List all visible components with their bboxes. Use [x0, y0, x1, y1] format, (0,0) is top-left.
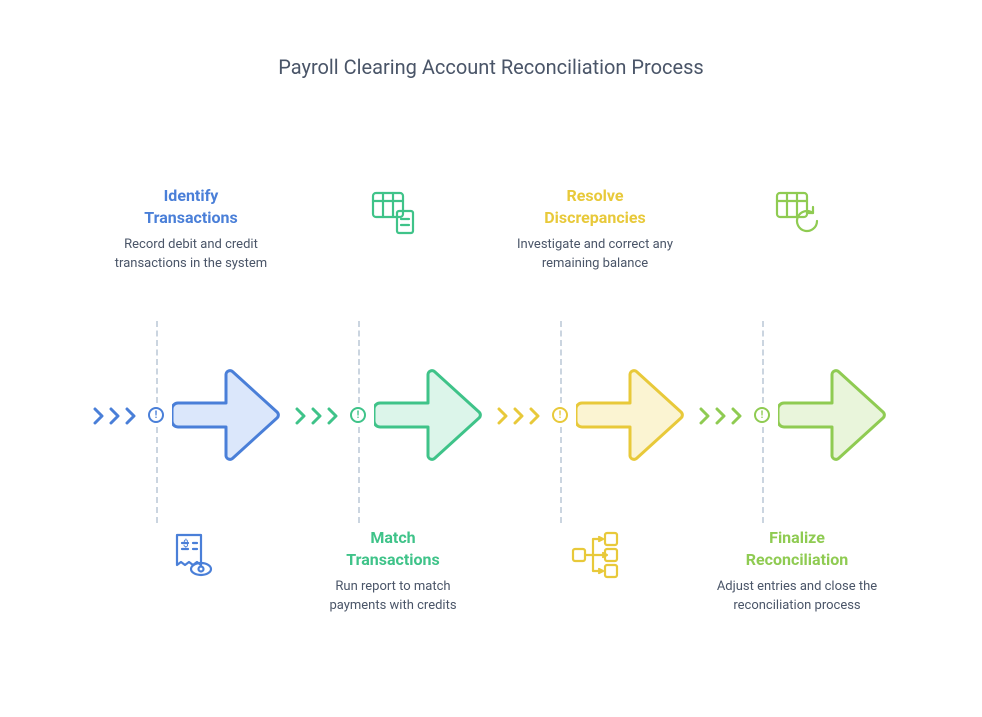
- step-chevrons: [698, 407, 744, 425]
- step-chevrons: [496, 407, 542, 425]
- step-icon: $: [90, 527, 292, 587]
- step-arrow: [172, 367, 282, 467]
- process-step: ResolveDiscrepancies Investigate and cor…: [494, 185, 696, 665]
- step-arrow: [576, 367, 686, 467]
- step-arrow: [374, 367, 484, 467]
- chevron-right-icon: [730, 407, 744, 425]
- table-refresh-icon: [769, 185, 825, 241]
- step-node: !: [552, 407, 568, 423]
- process-step: IdentifyTransactions Record debit and cr…: [90, 185, 292, 665]
- chevron-right-icon: [294, 407, 308, 425]
- big-arrow-icon: [172, 367, 282, 463]
- step-node: !: [148, 407, 164, 423]
- step-title: MatchTransactions: [292, 527, 494, 570]
- step-node: !: [754, 407, 770, 423]
- page-title: Payroll Clearing Account Reconciliation …: [0, 55, 982, 79]
- step-description: Investigate and correct any remaining ba…: [494, 236, 696, 274]
- process-step: ! FinalizeReconciliation Adjust entries …: [696, 185, 898, 665]
- step-icon: [292, 185, 494, 245]
- svg-text:$: $: [183, 537, 189, 550]
- table-file-icon: [365, 185, 421, 241]
- chevron-right-icon: [92, 407, 106, 425]
- step-chevrons: [294, 407, 340, 425]
- step-title: IdentifyTransactions: [90, 185, 292, 228]
- receipt-view-icon: $: [163, 527, 219, 583]
- process-flow: IdentifyTransactions Record debit and cr…: [90, 185, 900, 665]
- chevron-right-icon: [714, 407, 728, 425]
- step-description: Record debit and credit transactions in …: [90, 236, 292, 274]
- chevron-right-icon: [310, 407, 324, 425]
- step-description: Run report to match payments with credit…: [292, 578, 494, 616]
- chevron-right-icon: [326, 407, 340, 425]
- step-description: Adjust entries and close the reconciliat…: [696, 578, 898, 616]
- big-arrow-icon: [374, 367, 484, 463]
- chevron-right-icon: [512, 407, 526, 425]
- step-icon: [696, 185, 898, 245]
- step-icon: [494, 527, 696, 587]
- branch-icon: [567, 527, 623, 583]
- chevron-right-icon: [496, 407, 510, 425]
- big-arrow-icon: [778, 367, 888, 463]
- step-chevrons: [92, 407, 138, 425]
- big-arrow-icon: [576, 367, 686, 463]
- chevron-right-icon: [698, 407, 712, 425]
- step-title: FinalizeReconciliation: [696, 527, 898, 570]
- chevron-right-icon: [528, 407, 542, 425]
- step-node: !: [350, 407, 366, 423]
- step-title: ResolveDiscrepancies: [494, 185, 696, 228]
- process-step: ! MatchTransactions Run report to match …: [292, 185, 494, 665]
- chevron-right-icon: [124, 407, 138, 425]
- chevron-right-icon: [108, 407, 122, 425]
- step-arrow: [778, 367, 888, 467]
